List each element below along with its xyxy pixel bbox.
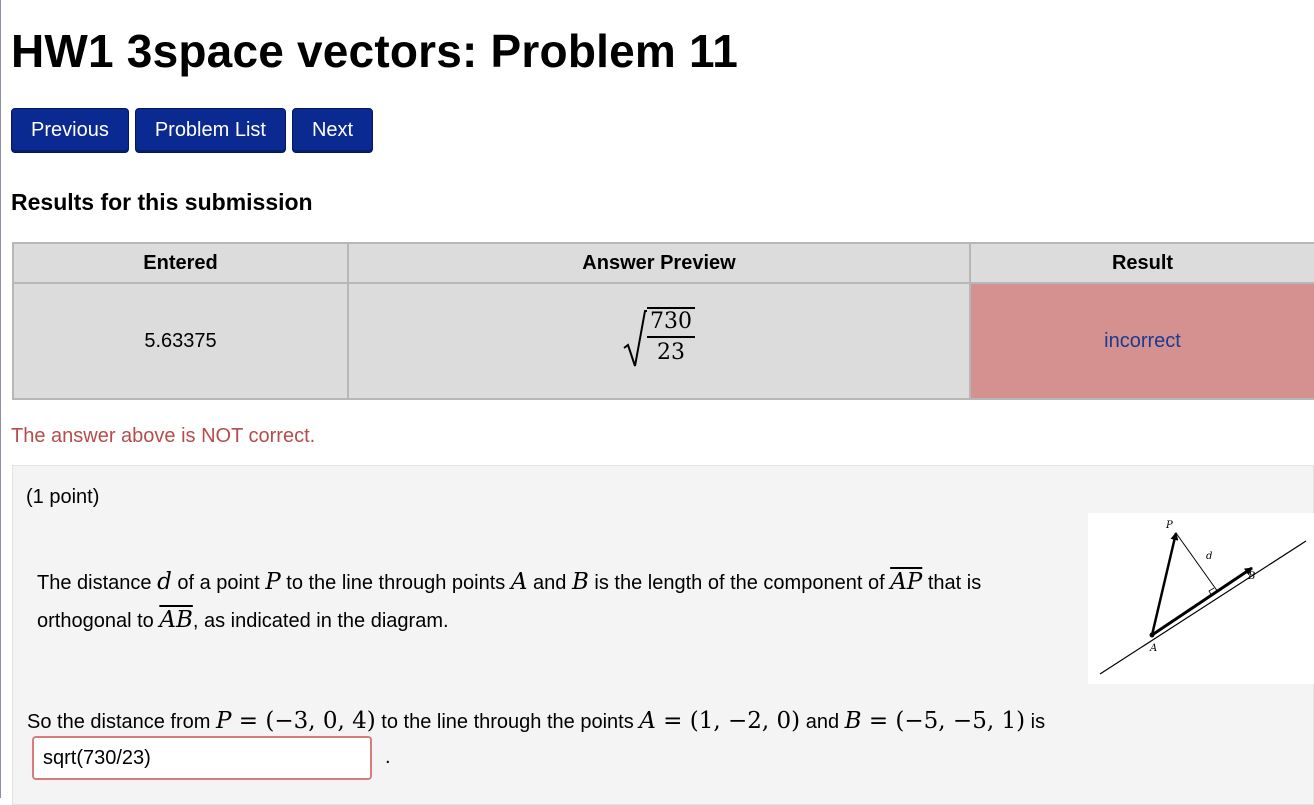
distance-diagram-drawing: P d B A [1099, 520, 1307, 675]
problem-nav: Previous Problem List Next [11, 108, 374, 153]
label-P: P [1165, 520, 1173, 531]
results-table: Entered Answer Preview Result 5.63375 73… [12, 242, 1314, 400]
next-button[interactable]: Next [291, 108, 374, 153]
distance-segment [1175, 532, 1219, 593]
statement-text: and [527, 572, 572, 594]
line-through-A-B [1099, 540, 1307, 675]
statement-text: to the line through points [280, 572, 511, 594]
math-A: A [510, 569, 528, 595]
result-status: incorrect [969, 282, 1314, 400]
answer-input[interactable] [32, 736, 372, 780]
label-A: A [1149, 643, 1157, 654]
problem-list-button[interactable]: Problem List [134, 108, 286, 153]
question-text-part: is [1025, 711, 1046, 733]
vector-AB-arrow [1151, 566, 1253, 637]
math-d: d [157, 569, 172, 595]
column-header-entered: Entered [12, 242, 349, 284]
fraction-numerator: 730 [647, 306, 695, 338]
question-text-part: to the line through the points [375, 711, 640, 733]
fraction: 730 23 [647, 306, 695, 370]
distance-diagram: P d B A [1088, 513, 1314, 684]
statement-text: The distance [37, 572, 158, 594]
previous-button[interactable]: Previous [11, 108, 129, 153]
problem-panel: (1 point) The distance d of a point P to… [12, 465, 1314, 805]
math-B-coordinates: B = (−5, −5, 1) [844, 708, 1026, 734]
question-text-part: and [800, 711, 845, 733]
answer-preview: 730 23 [347, 282, 971, 400]
table-row: 5.63375 730 23 incorrect [12, 282, 1314, 400]
statement-text: orthogonal to [37, 610, 160, 632]
page-title: HW1 3space vectors: Problem 11 [11, 25, 738, 77]
column-header-result: Result [969, 242, 1314, 284]
point-A-dot [1149, 632, 1155, 638]
math-B: B [571, 569, 589, 595]
label-d: d [1206, 551, 1212, 562]
point-value: (1 point) [26, 486, 100, 508]
fraction-denominator: 23 [657, 339, 685, 365]
results-header-row: Entered Answer Preview Result [12, 242, 1314, 284]
label-B: B [1247, 571, 1255, 582]
answer-period: . [385, 746, 391, 768]
question-text-part: So the distance from [27, 711, 216, 733]
math-P: P [265, 569, 281, 595]
results-heading: Results for this submission [11, 189, 313, 215]
radical-sign-icon [623, 309, 647, 366]
math-vector-AP: AP [890, 569, 923, 595]
statement-text: of a point [171, 572, 266, 594]
entered-value: 5.63375 [12, 282, 349, 400]
math-vector-AB: AB [159, 607, 193, 633]
incorrect-message: The answer above is NOT correct. [11, 425, 316, 447]
statement-text: , as indicated in the diagram. [192, 610, 449, 632]
math-P-coordinates: P = (−3, 0, 4) [215, 708, 376, 734]
problem-statement: The distance d of a point P to the line … [37, 564, 1067, 640]
sqrt-expression: 730 23 [623, 306, 695, 370]
math-A-coordinates: A = (1, −2, 0) [639, 708, 801, 734]
column-header-answer-preview: Answer Preview [347, 242, 971, 284]
statement-text: is the length of the component of [588, 572, 891, 594]
statement-text: that is [922, 572, 982, 594]
